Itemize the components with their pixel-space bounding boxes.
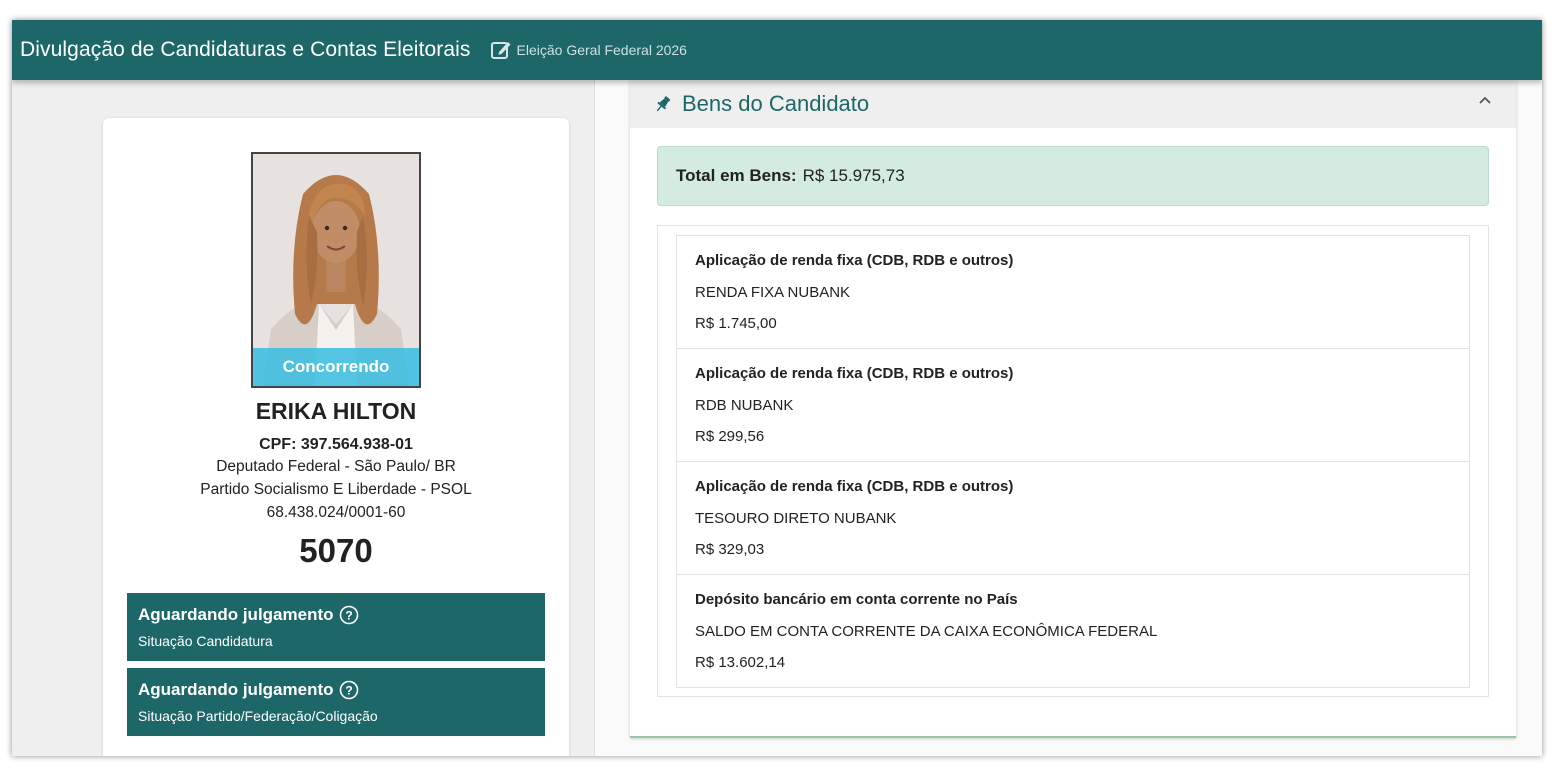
item-value: R$ 13.602,14 (695, 654, 786, 671)
total-bens: Total em Bens: R$ 15.975,73 (657, 146, 1489, 206)
status-subtitle: Situação Candidatura (138, 633, 273, 649)
svg-text:?: ? (345, 684, 352, 698)
status-title: Aguardando julgamento (138, 680, 334, 699)
item-value: R$ 329,03 (695, 541, 765, 558)
status-badge: Concorrendo (253, 348, 419, 386)
chevron-up-icon[interactable] (1476, 92, 1494, 110)
svg-text:?: ? (345, 609, 352, 623)
candidate-number: 5070 (299, 532, 373, 569)
list-item: Aplicação de renda fixa (CDB, RDB e outr… (677, 462, 1469, 575)
help-icon[interactable]: ? (339, 605, 359, 625)
edit-icon[interactable] (489, 38, 513, 62)
item-value: R$ 299,56 (695, 428, 765, 445)
item-description: RDB NUBANK (695, 397, 794, 414)
candidate-party: Partido Socialismo E Liberdade - PSOL (200, 481, 472, 498)
item-type: Depósito bancário em conta corrente no P… (695, 591, 1018, 608)
party-cnpj: 68.438.024/0001-60 (266, 504, 406, 521)
election-selector[interactable]: Eleição Geral Federal 2026 (517, 42, 687, 58)
status-subtitle: Situação Partido/Federação/Coligação (138, 708, 378, 724)
candidate-photo: Concorrendo (251, 152, 421, 388)
item-description: SALDO EM CONTA CORRENTE DA CAIXA ECONÔMI… (695, 623, 1158, 640)
item-value: R$ 1.745,00 (695, 315, 777, 332)
status-partido: Aguardando julgamento ? Situação Partido… (127, 668, 545, 736)
list-item: Aplicação de renda fixa (CDB, RDB e outr… (677, 349, 1469, 462)
candidate-column: Concorrendo ERIKA HILTON CPF: 397.564.93… (12, 80, 594, 756)
candidate-office: Deputado Federal - São Paulo/ BR (216, 458, 456, 475)
item-type: Aplicação de renda fixa (CDB, RDB e outr… (695, 478, 1014, 495)
candidate-name: ERIKA HILTON (255, 398, 417, 424)
total-value: R$ 15.975,73 (802, 166, 905, 185)
status-candidatura: Aguardando julgamento ? Situação Candida… (127, 593, 545, 661)
list-item: Aplicação de renda fixa (CDB, RDB e outr… (677, 236, 1469, 349)
bens-panel-header[interactable]: Bens do Candidato (630, 80, 1516, 128)
item-type: Aplicação de renda fixa (CDB, RDB e outr… (695, 252, 1014, 269)
bens-panel: Bens do Candidato Total em Bens: R$ 15.9… (630, 80, 1516, 738)
candidate-cpf: CPF: 397.564.938-01 (259, 436, 413, 453)
bens-list: Aplicação de renda fixa (CDB, RDB e outr… (676, 235, 1470, 688)
bens-list-container: Aplicação de renda fixa (CDB, RDB e outr… (657, 225, 1489, 697)
status-title: Aguardando julgamento (138, 605, 334, 624)
app-window: Divulgação de Candidaturas e Contas Elei… (12, 20, 1542, 756)
bens-title: Bens do Candidato (682, 91, 870, 116)
pin-icon (654, 95, 672, 113)
details-column: Bens do Candidato Total em Bens: R$ 15.9… (595, 80, 1542, 756)
total-label: Total em Bens: (676, 166, 797, 185)
item-type: Aplicação de renda fixa (CDB, RDB e outr… (695, 365, 1014, 382)
item-description: RENDA FIXA NUBANK (695, 284, 851, 301)
item-description: TESOURO DIRETO NUBANK (695, 510, 897, 527)
app-title[interactable]: Divulgação de Candidaturas e Contas Elei… (20, 38, 471, 62)
top-bar: Divulgação de Candidaturas e Contas Elei… (12, 20, 1542, 80)
help-icon[interactable]: ? (339, 680, 359, 700)
candidate-card: Concorrendo ERIKA HILTON CPF: 397.564.93… (103, 118, 569, 756)
list-item: Depósito bancário em conta corrente no P… (677, 575, 1469, 688)
